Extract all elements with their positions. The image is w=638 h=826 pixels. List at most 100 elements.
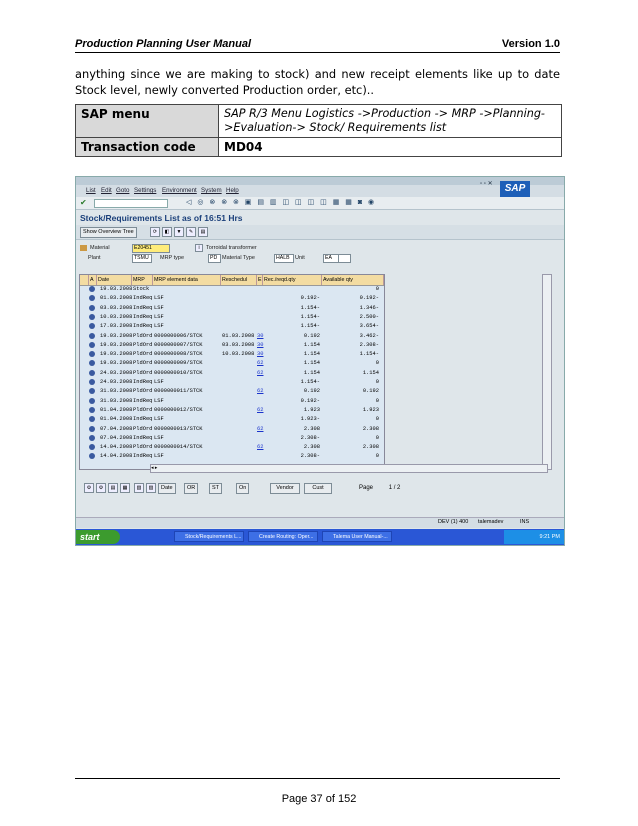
plant-field[interactable]: TSMU [132, 254, 152, 263]
table-row[interactable]: 10.03.2008 IndReq LSF 1.154- 2.500- [80, 313, 384, 322]
row-status-icon[interactable] [89, 379, 95, 385]
menu-settings[interactable]: Settings [134, 187, 156, 194]
or-button[interactable]: OR [184, 483, 199, 494]
menu-environment[interactable]: Environment [162, 187, 197, 194]
col-a[interactable]: A [89, 275, 97, 285]
row-e[interactable]: 30 [257, 350, 263, 359]
info-icon[interactable]: i [195, 244, 203, 252]
col-date[interactable]: Date [97, 275, 132, 285]
on-button[interactable]: On [236, 483, 250, 494]
row-status-icon[interactable] [89, 313, 95, 320]
cust-button[interactable]: Cust [304, 483, 332, 494]
col-mrp[interactable]: MRP [132, 275, 153, 285]
row-status-icon[interactable] [89, 416, 95, 423]
row-e[interactable]: 62 [257, 425, 263, 434]
row-status-icon[interactable] [89, 286, 95, 292]
horizontal-scrollbar[interactable]: ◂ ▸ [150, 464, 548, 473]
row-status-icon[interactable] [89, 406, 95, 413]
table-row[interactable]: 24.03.2008 IndReq LSF 1.154- 0 [80, 378, 384, 387]
row-date: 01.03.2008 [100, 295, 133, 302]
row-status-icon[interactable] [89, 434, 95, 441]
unit-field[interactable]: EA [323, 254, 339, 263]
tool-icon[interactable]: ▤ [108, 483, 118, 493]
row-status-icon[interactable] [89, 304, 95, 311]
task-create-routing[interactable]: Create Routing: Oper... [248, 531, 318, 542]
col-rec-reqd-qty[interactable]: Rec./reqd.qty [263, 275, 322, 285]
menu-list[interactable]: List [86, 187, 96, 194]
table-row[interactable]: 19.03.2008 PldOrd 0000000006/STCK 01.03.200… [80, 332, 384, 341]
row-status-icon[interactable] [89, 453, 95, 460]
row-status-icon[interactable] [89, 425, 95, 432]
table-row[interactable]: 07.04.2008 IndReq LSF 2.308- 0 [80, 434, 384, 443]
table-row[interactable]: 07.04.2008 PldOrd 0000000013/STCK 62 2.308 2.… [80, 425, 384, 434]
filter-icon[interactable]: ▼ [174, 227, 184, 237]
table-row[interactable]: 14.04.2008 PldOrd 0000000014/STCK 62 2.308 2.… [80, 443, 384, 452]
row-status-icon[interactable] [89, 295, 95, 302]
row-e[interactable]: 62 [257, 443, 263, 452]
table-row[interactable]: 01.04.2008 PldOrd 0000000012/STCK 62 1.923 1.… [80, 406, 384, 415]
menu-system[interactable]: System [201, 187, 222, 194]
row-status-icon[interactable] [89, 351, 95, 358]
toolbar-icons[interactable]: ◁ ◎ ⊗ ⊗ ⊗ ▣ ▤ ▥ ◫ ◫ ◫ ◫ ▦ ▦ ◙ ◉ [186, 198, 376, 206]
col-select[interactable] [80, 275, 89, 285]
row-status-icon[interactable] [89, 369, 95, 376]
row-e[interactable]: 30 [257, 332, 263, 341]
tool-icon[interactable]: ▦ [120, 483, 130, 493]
tool-icon[interactable]: ⚙ [96, 483, 106, 493]
page-value[interactable]: 1 / 2 [389, 485, 401, 491]
row-e[interactable]: 62 [257, 359, 263, 368]
menu-goto[interactable]: Goto [116, 187, 129, 194]
tool-icon[interactable]: ▨ [146, 483, 156, 493]
settings-icon[interactable]: ✎ [186, 227, 196, 237]
table-row[interactable]: 01.03.2008 IndReq LSF 0.192- 0.192- [80, 294, 384, 303]
row-status-icon[interactable] [89, 341, 95, 348]
unit-extra-field[interactable] [338, 254, 351, 263]
row-e[interactable]: 30 [257, 341, 263, 350]
refresh-icon[interactable]: ⟳ [150, 227, 160, 237]
row-status-icon[interactable] [89, 323, 95, 330]
row-e[interactable]: 62 [257, 406, 263, 415]
table-row[interactable]: 03.03.2008 IndReq LSF 1.154- 1.346- [80, 304, 384, 313]
col-available-qty[interactable]: Available qty [322, 275, 384, 285]
enter-icon[interactable]: ✔ [80, 198, 87, 207]
start-button[interactable]: start [76, 530, 120, 544]
menu-edit[interactable]: Edit [101, 187, 112, 194]
task-stock-requirements[interactable]: Stock/Requirements L... [174, 531, 244, 542]
table-row[interactable]: 19.03.2008 PldOrd 0000000007/STCK 03.03.200… [80, 341, 384, 350]
table-row[interactable]: 17.03.2008 IndReq LSF 1.154- 3.654- [80, 322, 384, 331]
task-user-manual[interactable]: Talema User Manual-... [322, 531, 392, 542]
window-controls[interactable]: ▫ ▫ ✕ [480, 180, 493, 187]
table-row[interactable]: 19.03.2008 PldOrd 0000000009/STCK 62 1.154 0 [80, 359, 384, 368]
command-field[interactable] [94, 199, 168, 208]
show-overview-tree-button[interactable]: Show Overview Tree [80, 227, 137, 238]
row-status-icon[interactable] [89, 388, 95, 395]
menu-help[interactable]: Help [226, 187, 239, 194]
row-status-icon[interactable] [89, 397, 95, 404]
row-status-icon[interactable] [89, 444, 95, 451]
table-row[interactable]: 01.04.2008 IndReq LSF 1.923- 0 [80, 415, 384, 424]
material-type-field[interactable]: HALB [274, 254, 294, 263]
table-row[interactable]: 31.03.2008 IndReq LSF 0.192- 0 [80, 397, 384, 406]
row-status-icon[interactable] [89, 332, 95, 339]
table-row[interactable]: 14.04.2008 IndReq LSF 2.308- 0 [80, 452, 384, 461]
table-row[interactable]: 24.03.2008 PldOrd 0000000010/STCK 62 1.154 1.… [80, 369, 384, 378]
mrp-type-field[interactable]: PD [208, 254, 221, 263]
print-icon[interactable]: ▤ [198, 227, 208, 237]
vendor-button[interactable]: Vendor [270, 483, 300, 494]
material-field[interactable]: E20451 [132, 244, 170, 253]
detail-icon[interactable]: ◧ [162, 227, 172, 237]
row-e[interactable]: 62 [257, 387, 263, 396]
vertical-scrollbar[interactable] [542, 274, 552, 470]
col-mrp-element-data[interactable]: MRP element data [153, 275, 221, 285]
row-status-icon[interactable] [89, 360, 95, 367]
col-reschedule[interactable]: Reschedul [221, 275, 257, 285]
table-row[interactable]: 19.03.2008 Stock 0 [80, 285, 384, 294]
st-button[interactable]: ST [209, 483, 223, 494]
date-button[interactable]: Date [158, 483, 176, 494]
table-row[interactable]: 19.03.2008 PldOrd 0000000008/STCK 10.03.200… [80, 350, 384, 359]
tool-icon[interactable]: ▧ [134, 483, 144, 493]
table-row[interactable]: 31.03.2008 PldOrd 0000000011/STCK 62 0.192 0.… [80, 387, 384, 396]
row-mrp: IndReq [133, 323, 153, 330]
tool-icon[interactable]: ⚙ [84, 483, 94, 493]
row-e[interactable]: 62 [257, 369, 263, 378]
